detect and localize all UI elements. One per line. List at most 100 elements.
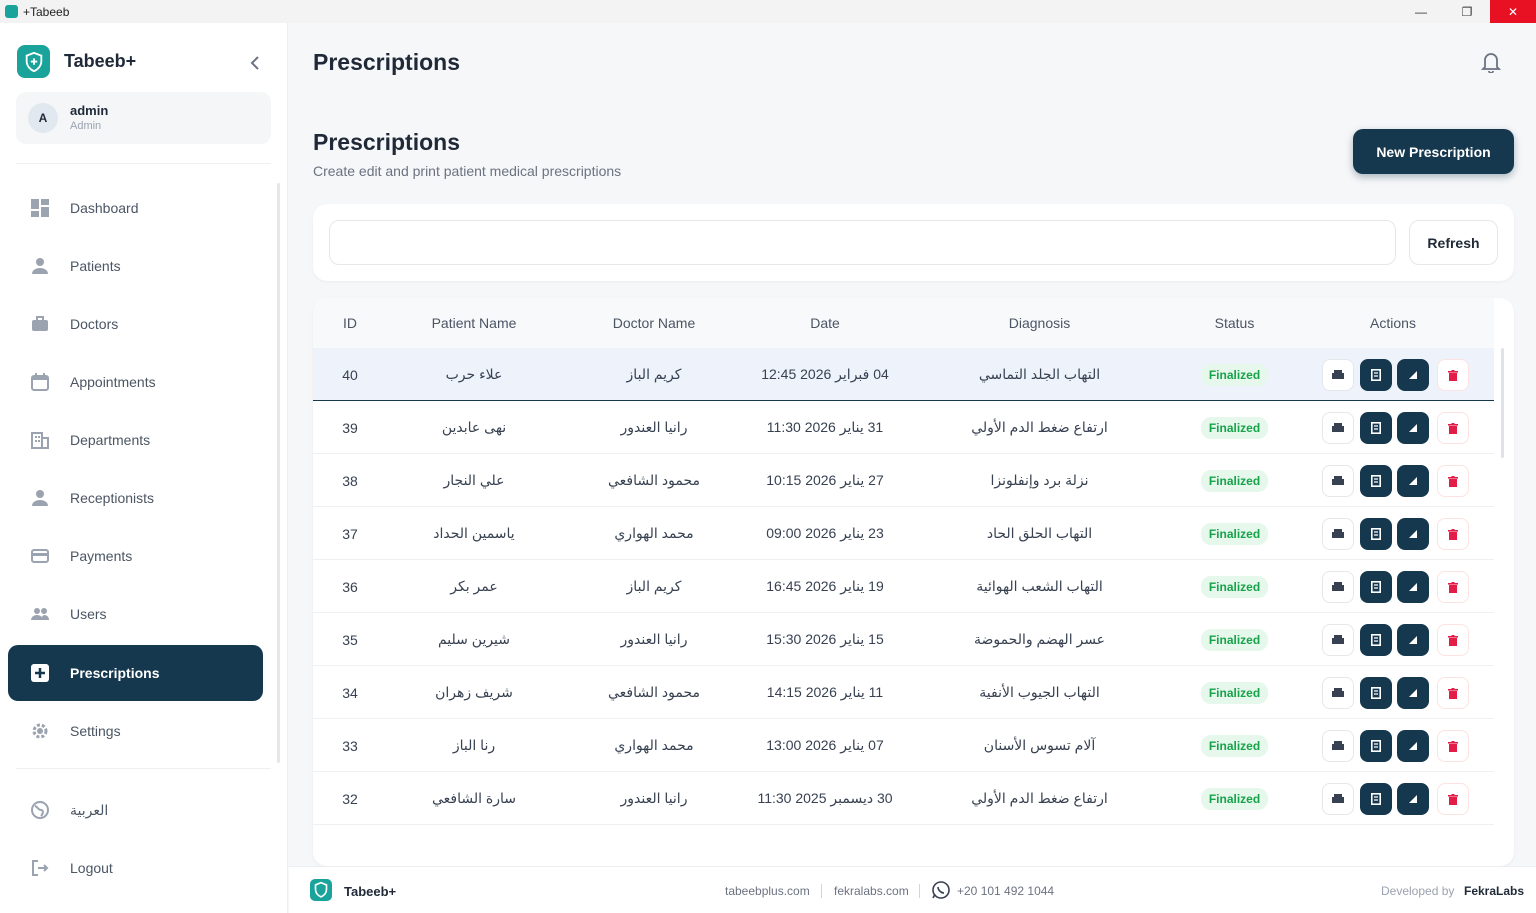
print-icon — [1332, 529, 1344, 539]
print-button[interactable] — [1322, 783, 1354, 815]
sidebar-item-users[interactable]: Users — [8, 586, 263, 642]
print-icon — [1332, 741, 1344, 751]
cell-doctor-name: محمود الشافعي — [608, 472, 701, 488]
search-input[interactable] — [329, 220, 1396, 265]
table-row[interactable]: 33 رنا الباز محمد الهواري 07 يناير 2026 13:… — [313, 719, 1494, 772]
delete-button[interactable] — [1437, 677, 1469, 709]
trash-icon — [1448, 475, 1458, 487]
section-subtitle: Create edit and print patient medical pr… — [313, 163, 622, 179]
user-card[interactable]: A admin Admin — [16, 92, 271, 144]
minimize-button[interactable]: — — [1398, 0, 1444, 23]
sidebar-item-prescriptions[interactable]: Prescriptions — [8, 645, 263, 701]
sidebar-item-patients[interactable]: Patients — [8, 238, 263, 294]
edit-button[interactable] — [1397, 412, 1429, 444]
view-button[interactable] — [1360, 730, 1392, 762]
view-button[interactable] — [1360, 677, 1392, 709]
edit-button[interactable] — [1397, 783, 1429, 815]
footer-link-tabeebplus[interactable]: tabeebplus.com — [725, 884, 810, 898]
sidebar-item-doctors[interactable]: Doctors — [8, 296, 263, 352]
view-button[interactable] — [1360, 571, 1392, 603]
print-button[interactable] — [1322, 571, 1354, 603]
delete-button[interactable] — [1437, 730, 1469, 762]
print-button[interactable] — [1322, 465, 1354, 497]
cell-status: Finalized — [1176, 772, 1293, 825]
footer-phone[interactable]: +20 101 492 1044 — [957, 884, 1054, 898]
sidebar-item-settings[interactable]: Settings — [8, 703, 263, 759]
view-button[interactable] — [1360, 359, 1392, 391]
new-prescription-button[interactable]: New Prescription — [1353, 129, 1514, 174]
gear-icon — [30, 721, 50, 741]
view-button[interactable] — [1360, 412, 1392, 444]
delete-button[interactable] — [1437, 518, 1469, 550]
view-button[interactable] — [1360, 465, 1392, 497]
status-badge: Finalized — [1200, 522, 1269, 545]
cell-patient-name: رنا الباز — [452, 737, 496, 753]
edit-button[interactable] — [1397, 359, 1429, 391]
footer-developer[interactable]: FekraLabs — [1464, 884, 1524, 898]
print-button[interactable] — [1322, 677, 1354, 709]
sidebar-item-payments[interactable]: Payments — [8, 528, 263, 584]
sidebar-item-logout[interactable]: Logout — [8, 840, 263, 896]
print-button[interactable] — [1322, 412, 1354, 444]
table-row[interactable]: 35 شيرين سليم رانيا العندور 15 يناير 2026 1… — [313, 613, 1494, 666]
view-button[interactable] — [1360, 783, 1392, 815]
sidebar-scrollbar[interactable] — [277, 183, 280, 763]
refresh-button[interactable]: Refresh — [1409, 220, 1498, 265]
table-row[interactable]: 32 سارة الشافعي رانيا العندور 30 ديسمبر 202… — [313, 772, 1494, 825]
sidebar-item-language[interactable]: العربية — [8, 782, 263, 838]
delete-button[interactable] — [1437, 359, 1469, 391]
cell-patient-name: سارة الشافعي — [432, 790, 517, 806]
table-row[interactable]: 37 ياسمين الحداد محمد الهواري 23 يناير 2026… — [313, 507, 1494, 560]
sidebar-item-departments[interactable]: Departments — [8, 412, 263, 468]
sidebar-item-appointments[interactable]: Appointments — [8, 354, 263, 410]
edit-button[interactable] — [1397, 571, 1429, 603]
print-button[interactable] — [1322, 624, 1354, 656]
delete-button[interactable] — [1437, 624, 1469, 656]
table-scrollbar[interactable] — [1501, 348, 1504, 458]
footer: Tabeeb+ tabeebplus.com fekralabs.com +20… — [289, 866, 1536, 913]
column-header-doctor: Doctor Name — [612, 315, 696, 331]
edit-button[interactable] — [1397, 624, 1429, 656]
delete-button[interactable] — [1437, 412, 1469, 444]
cell-doctor-name: محمود الشافعي — [608, 684, 701, 700]
collapse-sidebar-button[interactable] — [245, 53, 265, 73]
cell-id: 36 — [342, 578, 358, 595]
sidebar-item-receptionists[interactable]: Receptionists — [8, 470, 263, 526]
cell-status: Finalized — [1176, 401, 1293, 454]
status-badge: Finalized — [1200, 363, 1269, 386]
edit-button[interactable] — [1397, 465, 1429, 497]
sidebar-item-label: Departments — [70, 432, 151, 448]
edit-icon — [1408, 529, 1418, 539]
print-icon — [1332, 370, 1344, 380]
sidebar-item-dashboard[interactable]: Dashboard — [8, 180, 263, 236]
edit-button[interactable] — [1397, 730, 1429, 762]
restore-button[interactable]: ❐ — [1444, 0, 1490, 23]
table-row[interactable]: 34 شريف زهران محمود الشافعي 11 يناير 2026 1… — [313, 666, 1494, 719]
table-row[interactable]: 40 علاء حرب كريم الباز 04 فبراير 2026 12:45… — [313, 348, 1494, 401]
print-button[interactable] — [1322, 730, 1354, 762]
sidebar-item-label: Patients — [70, 258, 121, 274]
status-badge: Finalized — [1200, 734, 1269, 757]
divider — [16, 768, 271, 769]
cell-status: Finalized — [1176, 666, 1293, 719]
print-button[interactable] — [1322, 518, 1354, 550]
user-name: admin — [70, 103, 109, 118]
close-window-button[interactable]: ✕ — [1490, 0, 1536, 23]
footer-link-fekralabs[interactable]: fekralabs.com — [834, 884, 909, 898]
table-row[interactable]: 39 نهى عابدين رانيا العندور 31 يناير 2026 1… — [313, 401, 1494, 454]
edit-icon — [1408, 741, 1418, 751]
delete-button[interactable] — [1437, 465, 1469, 497]
edit-button[interactable] — [1397, 677, 1429, 709]
cell-id: 37 — [342, 525, 358, 542]
bell-icon[interactable] — [1480, 51, 1503, 74]
table-row[interactable]: 38 علي النجار محمود الشافعي 27 يناير 2026 1… — [313, 454, 1494, 507]
table-row[interactable]: 36 عمر بكر كريم الباز 19 يناير 2026 16:45 ال… — [313, 560, 1494, 613]
print-button[interactable] — [1322, 359, 1354, 391]
view-button[interactable] — [1360, 518, 1392, 550]
delete-button[interactable] — [1437, 571, 1469, 603]
delete-button[interactable] — [1437, 783, 1469, 815]
cell-id: 38 — [342, 472, 358, 489]
view-button[interactable] — [1360, 624, 1392, 656]
cell-patient-name: علي النجار — [443, 472, 505, 488]
edit-button[interactable] — [1397, 518, 1429, 550]
